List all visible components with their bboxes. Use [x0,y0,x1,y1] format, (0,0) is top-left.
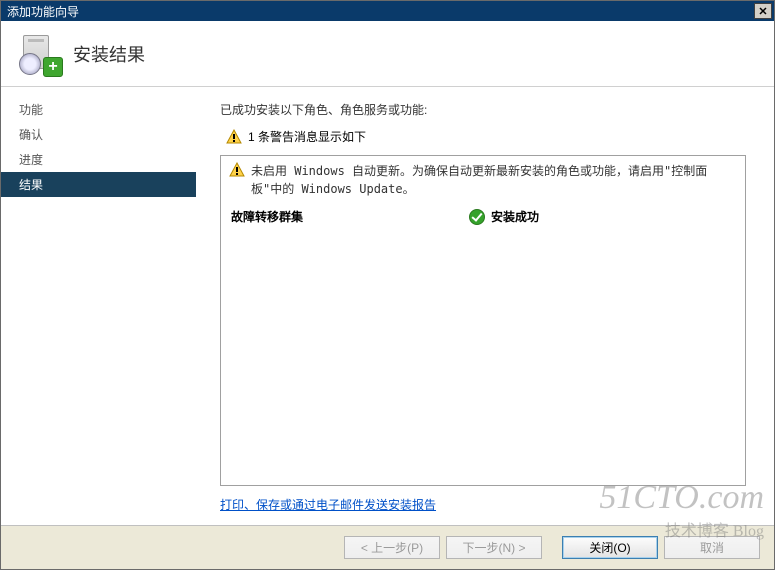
feature-name: 故障转移群集 [229,208,469,225]
disc-icon [19,53,41,75]
wizard-footer: < 上一步(P) 下一步(N) > 关闭(O) 取消 [1,525,774,569]
report-link[interactable]: 打印、保存或通过电子邮件发送安装报告 [220,498,436,512]
warning-summary-text: 1 条警告消息显示如下 [248,128,366,145]
plus-icon: + [43,57,63,77]
sidebar-item-features[interactable]: 功能 [1,97,196,122]
close-wizard-button[interactable]: 关闭(O) [562,536,658,559]
feature-status: 安装成功 [469,208,539,225]
titlebar: 添加功能向导 ✕ [1,1,774,21]
wizard-content: 已成功安装以下角色、角色服务或功能: 1 条警告消息显示如下 未启用 Windo… [196,87,774,525]
header-icon: + [19,33,61,75]
warning-summary-line: 1 条警告消息显示如下 [226,128,746,145]
status-text: 安装成功 [491,208,539,225]
report-link-row: 打印、保存或通过电子邮件发送安装报告 [220,496,746,513]
results-box: 未启用 Windows 自动更新。为确保自动更新最新安装的角色或功能，请启用"控… [220,155,746,486]
warning-icon [229,162,245,178]
cancel-button: 取消 [664,536,760,559]
wizard-window: 添加功能向导 ✕ + 安装结果 功能 确认 进度 结果 已成功安装以下角色、角色… [0,0,775,570]
sidebar-item-confirm[interactable]: 确认 [1,122,196,147]
success-icon [469,209,485,225]
sidebar-item-progress[interactable]: 进度 [1,147,196,172]
update-warning-row: 未启用 Windows 自动更新。为确保自动更新最新安装的角色或功能，请启用"控… [229,162,737,198]
wizard-header: + 安装结果 [1,21,774,87]
feature-result-row: 故障转移群集 安装成功 [229,208,737,225]
close-button[interactable]: ✕ [754,3,772,19]
page-title: 安装结果 [73,41,145,67]
next-button: 下一步(N) > [446,536,542,559]
update-warning-text: 未启用 Windows 自动更新。为确保自动更新最新安装的角色或功能，请启用"控… [251,162,737,198]
wizard-body: 功能 确认 进度 结果 已成功安装以下角色、角色服务或功能: 1 条警告消息显示… [1,87,774,525]
back-button: < 上一步(P) [344,536,440,559]
warning-icon [226,129,242,145]
sidebar-item-results[interactable]: 结果 [1,172,196,197]
intro-text: 已成功安装以下角色、角色服务或功能: [220,101,746,118]
window-title: 添加功能向导 [7,3,754,20]
wizard-steps-sidebar: 功能 确认 进度 结果 [1,87,196,525]
close-icon: ✕ [758,5,767,18]
